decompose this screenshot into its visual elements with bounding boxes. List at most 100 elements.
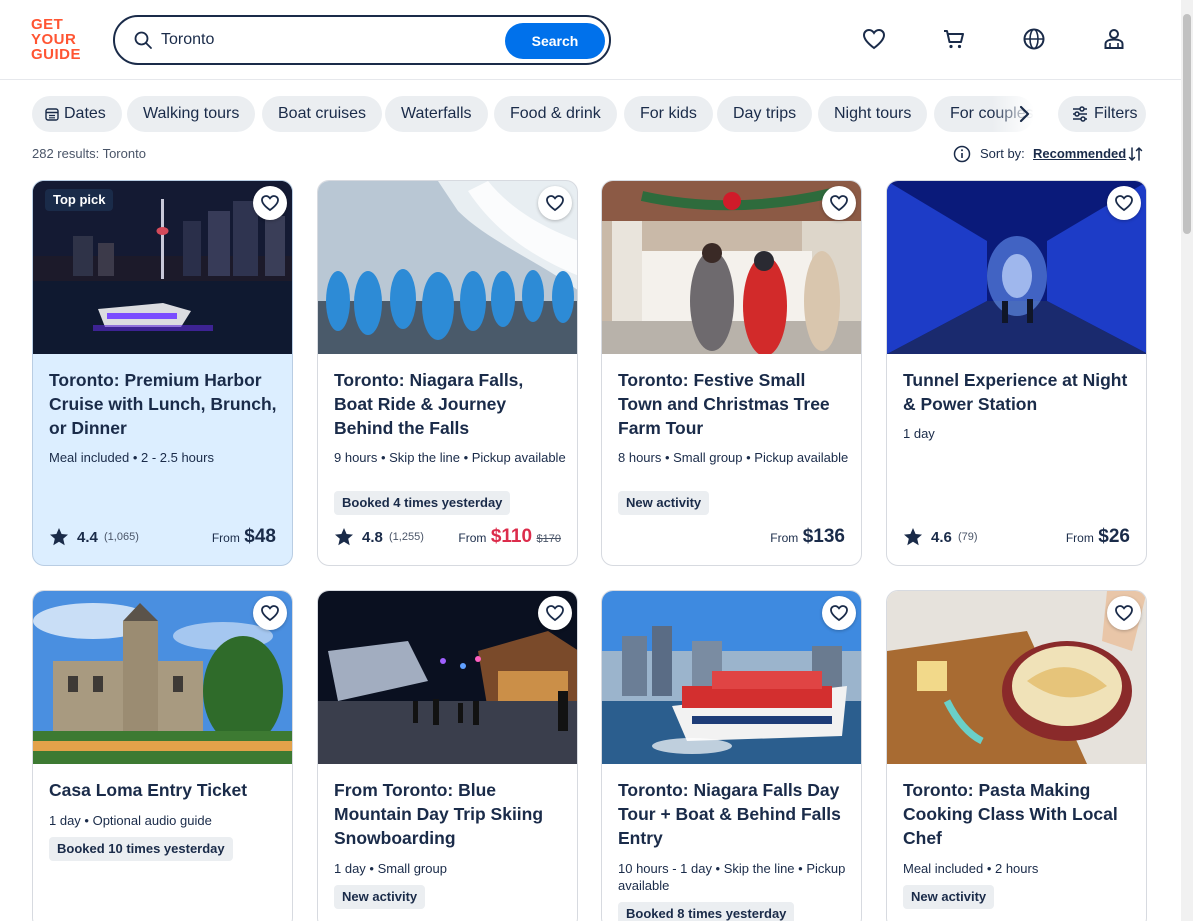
activity-meta: 9 hours • Skip the line • Pickup availab… xyxy=(334,450,566,465)
activity-title[interactable]: Toronto: Pasta Making Cooking Class With… xyxy=(903,778,1135,850)
price-from: From xyxy=(1065,531,1094,545)
activity-title[interactable]: Tunnel Experience at Night & Power Stati… xyxy=(903,368,1135,416)
activity-card[interactable]: Toronto: Niagara Falls Day Tour + Boat &… xyxy=(601,590,862,921)
chip-walking-tours[interactable]: Walking tours xyxy=(127,96,256,132)
chip-food-drink[interactable]: Food & drink xyxy=(494,96,617,132)
activity-title[interactable]: Toronto: Niagara Falls, Boat Ride & Jour… xyxy=(334,368,566,440)
review-count: (1,255) xyxy=(389,531,424,543)
price: From $136 xyxy=(770,526,845,550)
price-value: $48 xyxy=(244,526,276,547)
cart-icon[interactable] xyxy=(941,26,967,52)
rating-value: 4.4 xyxy=(77,529,98,546)
booking-tag: Booked 8 times yesterday xyxy=(618,902,795,921)
heart-icon xyxy=(830,605,848,622)
sort-control[interactable]: Sort by: Recommended xyxy=(953,144,1146,164)
activity-card[interactable]: Toronto: Festive Small Town and Christma… xyxy=(601,180,862,566)
price-value: $136 xyxy=(802,526,845,547)
search-input[interactable] xyxy=(161,27,491,53)
activity-title[interactable]: Toronto: Niagara Falls Day Tour + Boat &… xyxy=(618,778,850,850)
results-count: 282 results: Toronto xyxy=(32,146,146,161)
getyourguide-logo[interactable]: GET YOUR GUIDE xyxy=(31,17,89,63)
wishlist-heart-icon[interactable] xyxy=(861,26,887,52)
star-icon xyxy=(904,528,922,546)
search-button[interactable]: Search xyxy=(505,23,605,59)
heart-icon xyxy=(546,605,564,622)
logo-line-3: GUIDE xyxy=(31,46,82,63)
activity-meta: 1 day • Optional audio guide xyxy=(49,813,212,828)
sort-arrows-icon[interactable] xyxy=(1128,145,1144,163)
wishlist-button[interactable] xyxy=(538,186,572,220)
scrollbar-thumb[interactable] xyxy=(1183,14,1191,234)
filters-button[interactable]: Filters xyxy=(1058,96,1146,132)
activity-card[interactable]: Toronto: Niagara Falls, Boat Ride & Jour… xyxy=(317,180,578,566)
activity-card[interactable]: From Toronto: Blue Mountain Day Trip Ski… xyxy=(317,590,578,921)
price-from: From xyxy=(211,531,240,545)
wishlist-button[interactable] xyxy=(1107,186,1141,220)
price: From $26 xyxy=(1066,526,1130,550)
chevron-right-icon[interactable] xyxy=(1012,102,1036,126)
review-count: (79) xyxy=(958,531,978,543)
wishlist-button[interactable] xyxy=(1107,596,1141,630)
new-activity-tag: New activity xyxy=(618,491,710,515)
logo-line-1: GET xyxy=(31,16,64,33)
heart-icon xyxy=(261,605,279,622)
wishlist-button[interactable] xyxy=(253,186,287,220)
price-from: From xyxy=(770,531,799,545)
new-activity-tag: New activity xyxy=(334,885,426,909)
activity-meta: 10 hours - 1 day • Skip the line • Picku… xyxy=(618,861,846,893)
header: GET YOUR GUIDE Search xyxy=(0,0,1193,80)
rating-value: 4.8 xyxy=(362,529,383,546)
activity-card[interactable]: Tunnel Experience at Night & Power Stati… xyxy=(886,180,1147,566)
activity-card[interactable]: Casa Loma Entry Ticket 1 day • Optional … xyxy=(32,590,293,921)
chip-day-trips[interactable]: Day trips xyxy=(717,96,813,132)
activity-card[interactable]: Toronto: Pasta Making Cooking Class With… xyxy=(886,590,1147,921)
price-from: From xyxy=(458,531,487,545)
wishlist-button[interactable] xyxy=(822,596,856,630)
price-value: $26 xyxy=(1098,526,1130,547)
filters-label: Filters xyxy=(1094,105,1138,122)
search-icon xyxy=(134,31,152,49)
new-activity-tag: New activity xyxy=(903,885,995,909)
heart-icon xyxy=(1115,605,1133,622)
heart-icon xyxy=(546,195,564,212)
activity-title[interactable]: Toronto: Festive Small Town and Christma… xyxy=(618,368,850,440)
calendar-icon xyxy=(45,108,59,121)
activity-meta: 8 hours • Small group • Pickup available xyxy=(618,450,849,465)
price: From $110 $170 xyxy=(458,526,561,550)
profile-icon[interactable] xyxy=(1101,26,1127,52)
price-value: $110 xyxy=(490,526,533,547)
activity-card[interactable]: Top pick Toronto: Premium Harbor Cruise … xyxy=(32,180,293,566)
wishlist-button[interactable] xyxy=(822,186,856,220)
activity-title[interactable]: Toronto: Premium Harbor Cruise with Lunc… xyxy=(49,368,281,440)
booking-tag: Booked 10 times yesterday xyxy=(49,837,233,861)
activity-meta: 1 day xyxy=(903,426,935,441)
chip-night-tours[interactable]: Night tours xyxy=(818,96,928,132)
price: From $48 xyxy=(212,526,276,550)
wishlist-button[interactable] xyxy=(253,596,287,630)
heart-icon xyxy=(830,195,848,212)
wishlist-button[interactable] xyxy=(538,596,572,630)
chip-dates-label: Dates xyxy=(64,105,106,122)
search-bar: Search xyxy=(113,15,611,65)
chip-dates[interactable]: Dates xyxy=(32,96,122,132)
heart-icon xyxy=(261,195,279,212)
info-icon[interactable] xyxy=(953,145,971,163)
sliders-icon xyxy=(1073,106,1087,122)
sort-value[interactable]: Recommended xyxy=(1033,146,1126,161)
activity-meta: Meal included • 2 hours xyxy=(903,861,1039,876)
globe-icon[interactable] xyxy=(1021,26,1047,52)
activity-meta: 1 day • Small group xyxy=(334,861,447,876)
chip-boat-cruises[interactable]: Boat cruises xyxy=(262,96,383,132)
chip-for-kids[interactable]: For kids xyxy=(624,96,713,132)
logo-line-2: YOUR xyxy=(31,31,77,48)
rating-value: 4.6 xyxy=(931,529,952,546)
review-count: (1,065) xyxy=(104,531,139,543)
activity-title[interactable]: From Toronto: Blue Mountain Day Trip Ski… xyxy=(334,778,566,850)
activity-title[interactable]: Casa Loma Entry Ticket xyxy=(49,778,281,802)
filter-chips: Dates Walking tours Boat cruises Waterfa… xyxy=(32,96,1146,132)
booking-tag: Booked 4 times yesterday xyxy=(334,491,511,515)
star-icon xyxy=(335,528,353,546)
activity-meta: Meal included • 2 - 2.5 hours xyxy=(49,450,214,465)
chip-waterfalls[interactable]: Waterfalls xyxy=(385,96,488,132)
page-scrollbar[interactable] xyxy=(1181,0,1193,921)
